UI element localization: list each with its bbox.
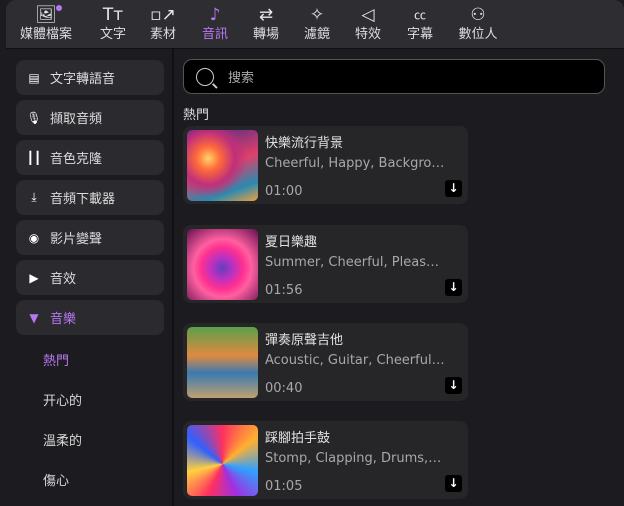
sidebar-item-voice-changer[interactable]: ◉ 影片變聲 — [16, 220, 164, 255]
caret-down-icon: ▼ — [29, 310, 39, 325]
elements-icon: ▫↗ — [150, 5, 176, 25]
top-toolbar: 🖼 媒體檔案 Tт 文字 ▫↗ 素材 ♪ 音訊 ⇄ 轉場 ✧ 濾鏡 ◁ 特效 ㏄字幕 ⚇ 數位人 — [6, 0, 624, 49]
notification-dot — [56, 5, 62, 11]
sidebar-item-record-audio[interactable]: 🎙 擷取音頻 — [16, 100, 164, 135]
tab-effects[interactable]: ◁ 特效 — [338, 3, 398, 43]
tab-captions[interactable]: ㏄字幕 — [390, 3, 450, 43]
track-card[interactable]: 夏日樂趣 Summer, Cheerful, Pleasure 01:56 ↓ — [183, 225, 468, 303]
effects-icon: ◁ — [361, 5, 375, 25]
download-icon[interactable]: ↓ — [445, 279, 462, 296]
search-input[interactable]: 搜索 — [183, 59, 605, 94]
section-title: 熱門 — [183, 108, 210, 123]
media-icon: 🖼 — [35, 5, 57, 25]
text-icon: Tт — [102, 5, 124, 25]
subitem-gentle[interactable]: 溫柔的 — [43, 430, 82, 449]
sidebar: ▤ 文字轉語音 🎙 擷取音頻 ┃┃ 音色克隆 ⤓ 音頻下載器 ◉ 影片變聲 ▶ 音效 ▼ 音樂… — [0, 49, 174, 506]
filter-sparkle-icon: ✧ — [309, 5, 325, 25]
track-thumbnail — [187, 229, 258, 300]
subitem-popular[interactable]: 熱門 — [43, 350, 69, 369]
track-card[interactable]: 彈奏原聲吉他 Acoustic, Guitar, Cheerful, Happy… — [183, 323, 468, 401]
caret-right-icon: ▶ — [29, 270, 39, 285]
tts-icon: ▤ — [28, 70, 40, 85]
sidebar-item-voice-clone[interactable]: ┃┃ 音色克隆 — [16, 140, 164, 175]
download-icon[interactable]: ↓ — [445, 377, 462, 394]
track-card[interactable]: 快樂流行背景 Cheerful, Happy, Background 01:00… — [183, 126, 468, 204]
sidebar-item-audio-downloader[interactable]: ⤓ 音頻下載器 — [16, 180, 164, 215]
microphone-icon: 🎙 — [26, 110, 42, 125]
subitem-sad[interactable]: 傷心 — [43, 470, 69, 489]
search-icon — [196, 67, 214, 86]
download-box-icon: ⤓ — [31, 190, 37, 204]
download-icon[interactable]: ↓ — [445, 180, 462, 197]
sidebar-item-tts[interactable]: ▤ 文字轉語音 — [16, 60, 164, 95]
avatar-icon: ⚇ — [470, 5, 486, 25]
voice-changer-icon: ◉ — [28, 230, 40, 245]
sidebar-item-sound-effects[interactable]: ▶ 音效 — [16, 260, 164, 295]
music-note-icon: ♪ — [209, 5, 221, 25]
tab-media[interactable]: 🖼 媒體檔案 — [16, 3, 76, 43]
tab-elements[interactable]: ▫↗ 素材 — [133, 3, 193, 43]
track-thumbnail — [187, 327, 258, 398]
track-thumbnail — [187, 425, 258, 496]
sidebar-item-music[interactable]: ▼ 音樂 — [16, 300, 164, 335]
waveform-icon: ┃┃ — [26, 150, 42, 165]
subitem-happy[interactable]: 开心的 — [43, 390, 82, 409]
track-card[interactable]: 踩腳拍手鼓 Stomp, Clapping, Drums, Cheerful 0… — [183, 421, 468, 499]
download-icon[interactable]: ↓ — [445, 475, 462, 492]
tab-avatar[interactable]: ⚇ 數位人 — [448, 3, 508, 43]
track-thumbnail — [187, 130, 258, 201]
captions-icon: ㏄ — [413, 8, 426, 22]
transition-icon: ⇄ — [258, 5, 274, 25]
